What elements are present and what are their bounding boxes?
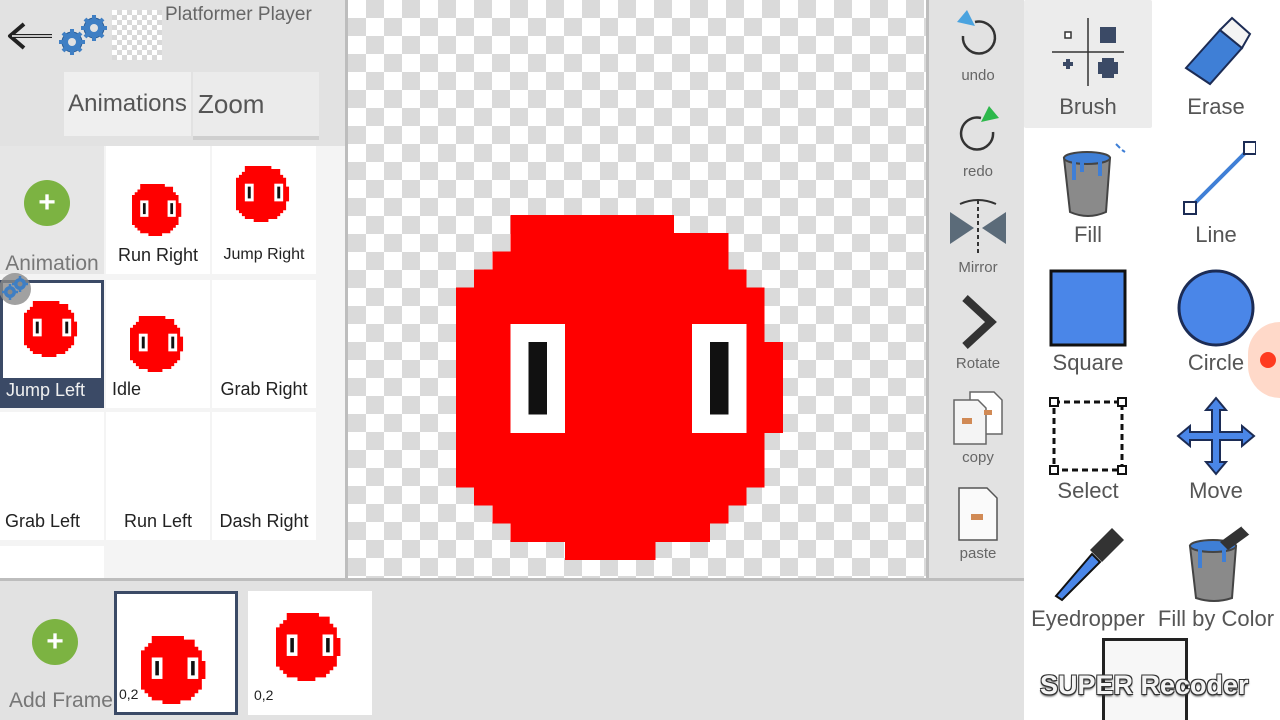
fill-by-color-icon xyxy=(1188,525,1251,602)
animation-item-partial[interactable] xyxy=(0,546,104,578)
tool-label: Square xyxy=(1052,350,1124,375)
mirror-button[interactable]: Mirror xyxy=(929,198,1027,276)
rotate-button[interactable]: Rotate xyxy=(929,294,1027,372)
mirror-icon xyxy=(950,199,1006,254)
add-frame-button[interactable]: + Add Frame xyxy=(0,585,114,719)
back-button[interactable] xyxy=(4,18,56,54)
tool-fill[interactable]: Fill xyxy=(1024,128,1152,256)
copy-icon xyxy=(953,391,1003,445)
select-marquee-icon xyxy=(1049,397,1127,475)
drawing-canvas[interactable] xyxy=(348,0,926,578)
animation-item-grab-left[interactable]: Grab Left xyxy=(0,412,104,540)
animation-label: Grab Right xyxy=(220,379,308,399)
tool-brush[interactable]: Brush xyxy=(1024,0,1152,128)
move-arrows-icon xyxy=(1176,396,1256,476)
animation-item-dash-right[interactable]: Dash Right xyxy=(212,412,316,540)
frame-duration: 0,2 xyxy=(119,686,139,702)
add-frame-label: Add Frame xyxy=(9,689,113,712)
frame-item[interactable]: 0,2 xyxy=(114,591,238,715)
gears-icon xyxy=(0,273,31,305)
paste-button[interactable]: paste xyxy=(929,486,1027,562)
eyedropper-icon xyxy=(1054,528,1124,602)
undo-icon xyxy=(957,10,997,55)
animation-label: Run Right xyxy=(117,245,199,265)
animations-panel: Platformer Player Animations Zoom + Anim… xyxy=(0,0,348,578)
copy-label: copy xyxy=(962,449,994,466)
mirror-label: Mirror xyxy=(958,259,998,276)
sprite-name: Platformer Player xyxy=(165,4,312,25)
tool-label: Brush xyxy=(1059,94,1117,119)
animation-label: Jump Right xyxy=(223,246,305,263)
sprite-preview xyxy=(132,184,184,236)
animation-item-jump-right[interactable]: Jump Right xyxy=(212,146,316,274)
undo-label: undo xyxy=(961,67,995,84)
animation-label: Idle xyxy=(112,379,142,399)
sprite-preview xyxy=(130,316,186,372)
sprite-preview xyxy=(24,301,80,357)
animation-item-grab-right[interactable]: Grab Right xyxy=(212,280,316,408)
sprite-preview xyxy=(236,166,292,222)
action-toolbar: undo redo Mirror Rotate copy paste xyxy=(926,0,1024,578)
animation-item-run-left[interactable]: Run Left xyxy=(106,412,210,540)
redo-label: redo xyxy=(962,163,994,180)
animation-settings-button[interactable] xyxy=(0,272,32,306)
tool-label: Move xyxy=(1189,478,1243,503)
add-animation-button[interactable]: + Animation xyxy=(0,146,104,275)
line-icon xyxy=(1183,141,1256,215)
tool-line[interactable]: Line xyxy=(1152,128,1280,256)
frame-preview xyxy=(141,636,209,704)
back-arrow-icon xyxy=(8,22,52,50)
redo-icon xyxy=(959,106,999,151)
tool-panel: Brush Erase Fill Line Square Circle Sele… xyxy=(1024,0,1280,720)
tool-label: Eyedropper xyxy=(1031,606,1145,631)
paste-label: paste xyxy=(959,545,997,562)
recorder-watermark: SUPER Recoder xyxy=(1040,670,1249,700)
frame-item[interactable]: 0,2 xyxy=(248,591,372,715)
plus-icon: + xyxy=(24,180,70,226)
paint-bucket-icon xyxy=(1062,143,1126,217)
tool-label: Fill by Color xyxy=(1157,606,1275,631)
animation-item-idle[interactable]: Idle xyxy=(106,280,210,408)
plus-icon: + xyxy=(32,619,78,665)
tool-eyedropper[interactable]: Eyedropper xyxy=(1024,512,1152,640)
sprite-thumbnail xyxy=(112,10,162,60)
frames-bar: + Add Frame 0,2 0,2 xyxy=(0,578,1024,720)
animation-list: + Animation Run Right Jump Right Jump Le… xyxy=(0,146,345,578)
brush-size-icon xyxy=(1052,18,1124,86)
tool-label: Erase xyxy=(1187,94,1245,119)
tool-move[interactable]: Move xyxy=(1152,384,1280,512)
sprite-canvas-image xyxy=(456,215,801,560)
frame-duration: 0,2 xyxy=(254,687,274,703)
tool-label: Fill xyxy=(1073,222,1103,247)
animation-label: Grab Left xyxy=(5,511,81,531)
tool-select[interactable]: Select xyxy=(1024,384,1152,512)
square-icon xyxy=(1049,269,1127,347)
animation-label: Jump Left xyxy=(3,378,101,405)
tool-label: Line xyxy=(1195,222,1237,247)
paste-icon xyxy=(958,487,998,541)
tool-fill-by-color[interactable]: Fill by Color xyxy=(1152,512,1280,640)
tab-animations[interactable]: Animations xyxy=(64,72,191,140)
sprite-settings-button[interactable] xyxy=(56,14,110,56)
tool-label: Select xyxy=(1057,478,1119,503)
frame-preview xyxy=(276,613,344,681)
gears-icon xyxy=(59,15,107,55)
rotate-label: Rotate xyxy=(955,355,1001,372)
tool-erase[interactable]: Erase xyxy=(1152,0,1280,128)
undo-button[interactable]: undo xyxy=(929,6,1027,84)
animation-label: Run Left xyxy=(123,511,193,531)
eraser-icon xyxy=(1184,16,1252,86)
redo-button[interactable]: redo xyxy=(929,102,1027,180)
animation-label: Dash Right xyxy=(219,511,309,531)
rotate-icon xyxy=(962,295,997,349)
tab-zoom[interactable]: Zoom xyxy=(193,72,319,140)
copy-button[interactable]: copy xyxy=(929,390,1027,466)
tool-square[interactable]: Square xyxy=(1024,256,1152,384)
circle-icon xyxy=(1177,269,1255,347)
animation-item-run-right[interactable]: Run Right xyxy=(106,146,210,274)
